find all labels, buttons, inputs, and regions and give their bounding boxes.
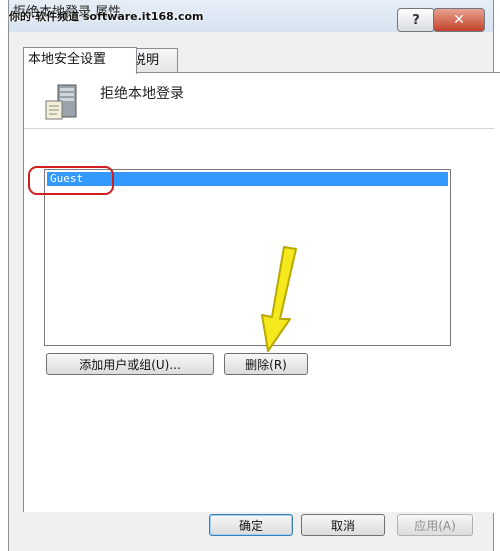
properties-dialog: 拒绝本地登录 属性 你的·软件频道 software.it168.com ? ✕… — [8, 0, 500, 551]
dialog-footer: 确定 取消 应用(A) — [9, 512, 493, 551]
help-icon: ? — [412, 12, 420, 28]
close-button[interactable]: ✕ — [433, 8, 485, 32]
tab-local-security-setting[interactable]: 本地安全设置 — [23, 47, 137, 74]
watermark-text: 你的·软件频道 software.it168.com — [9, 10, 204, 23]
highlight-annotation — [28, 166, 114, 195]
ok-button[interactable]: 确定 — [209, 514, 293, 536]
down-arrow-icon — [256, 245, 304, 357]
close-icon: ✕ — [453, 12, 465, 28]
title-bar[interactable]: 拒绝本地登录 属性 你的·软件频道 software.it168.com ? ✕ — [9, 0, 493, 32]
tab-panel: 拒绝本地登录 Guest 添加用户或组(U)... 删除(R) — [23, 72, 500, 513]
help-button[interactable]: ? — [397, 8, 435, 32]
server-computer-icon — [44, 83, 80, 127]
divider — [24, 128, 494, 129]
cancel-button[interactable]: 取消 — [301, 514, 385, 536]
add-user-or-group-button[interactable]: 添加用户或组(U)... — [46, 353, 214, 375]
account-listbox[interactable]: Guest — [44, 169, 451, 346]
policy-name: 拒绝本地登录 — [100, 86, 184, 102]
apply-button[interactable]: 应用(A) — [397, 514, 473, 536]
